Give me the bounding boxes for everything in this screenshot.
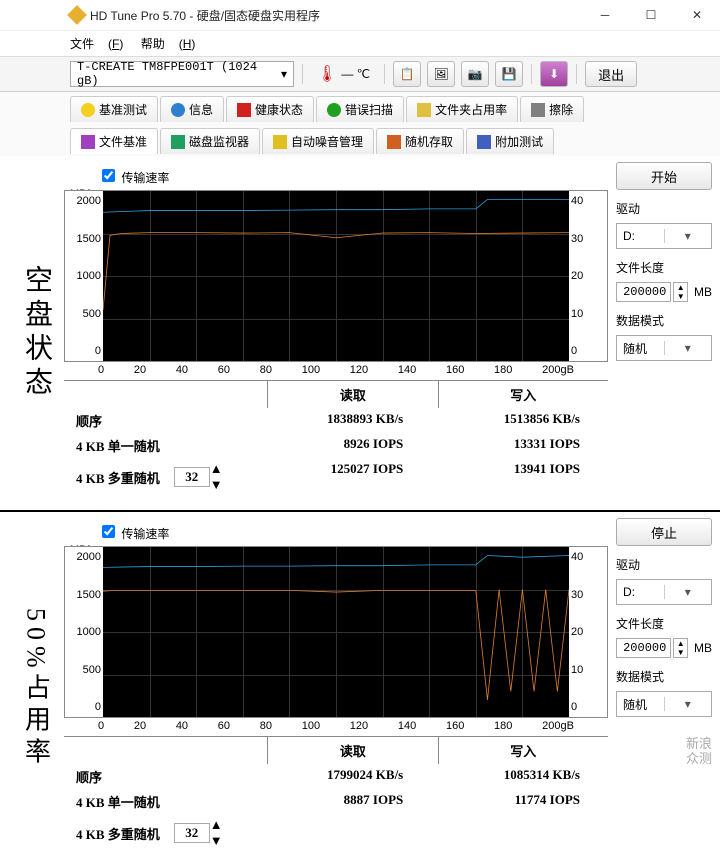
result-4k-multi: 4 KB 多重随机 32▲▼ 125027 IOPS13941 IOPS <box>64 458 608 496</box>
y-right-axis: 403020100 <box>569 191 607 361</box>
filelen-spin[interactable]: 200000▲▼MB <box>616 282 712 302</box>
result-seq: 顺序1838893 KB/s1513856 KB/s <box>64 408 608 433</box>
minimize-button[interactable]: ─ <box>582 0 628 30</box>
result-header: 读取写入 <box>64 380 608 408</box>
copy-text-button[interactable]: 📋 <box>393 61 421 87</box>
watermark: 新浪众测 <box>686 736 712 767</box>
tabs-row2: 文件基准 磁盘监视器 自动噪音管理 随机存取 附加测试 <box>0 124 720 156</box>
search-icon <box>327 103 341 117</box>
transfer-checkbox-2[interactable]: 传输速率 <box>98 522 608 542</box>
app-icon <box>67 5 87 25</box>
maximize-button[interactable]: ☐ <box>628 0 674 30</box>
tab-aam[interactable]: 自动噪音管理 <box>262 128 374 154</box>
result-4k-single: 4 KB 单一随机8926 IOPS13331 IOPS <box>64 433 608 458</box>
drive-select[interactable]: T-CREATE TM8FPE001T (1024 gB)▾ <box>70 61 294 87</box>
chevron-down-icon: ▾ <box>664 229 712 243</box>
transfer-checkbox[interactable]: 传输速率 <box>98 166 608 186</box>
filebm-icon <box>81 135 95 149</box>
copy-image-button[interactable]: 🖼 <box>427 61 455 87</box>
chevron-down-icon: ▾ <box>281 67 287 82</box>
bulb-icon <box>81 103 95 117</box>
health-icon <box>237 103 251 117</box>
window-title: HD Tune Pro 5.70 - 硬盘/固态硬盘实用程序 <box>90 7 582 24</box>
tab-filebm[interactable]: 文件基准 <box>70 128 158 154</box>
start-button[interactable]: 开始 <box>616 162 712 190</box>
monitor-icon <box>171 135 185 149</box>
erase-icon <box>531 103 545 117</box>
info-icon <box>171 103 185 117</box>
toolbar: T-CREATE TM8FPE001T (1024 gB)▾ 🌡 — ℃ 📋 🖼… <box>0 57 720 92</box>
tab-extra[interactable]: 附加测试 <box>466 128 554 154</box>
tab-diskmon[interactable]: 磁盘监视器 <box>160 128 260 154</box>
queue-depth-spin-2[interactable]: 32▲▼ <box>174 817 223 849</box>
close-button[interactable]: ✕ <box>674 0 720 30</box>
queue-depth-spin[interactable]: 32▲▼ <box>174 461 223 493</box>
menubar: 文件(F) 帮助(H) <box>0 31 720 57</box>
tab-erase[interactable]: 擦除 <box>520 96 584 122</box>
y-left-axis: 2000150010005000 <box>65 191 103 361</box>
chart-bot: 2000150010005000 403020100 <box>64 546 608 718</box>
folder-icon <box>417 103 431 117</box>
mode-select[interactable]: 随机▾ <box>616 335 712 361</box>
chevron-down-icon: ▾ <box>664 341 712 355</box>
drive-label: 驱动 <box>616 200 712 217</box>
drive-letter-select[interactable]: D:▾ <box>616 223 712 249</box>
chart-top: 2000150010005000 403020100 <box>64 190 608 362</box>
menu-help[interactable]: 帮助(H) <box>141 37 196 51</box>
tabs-row1: 基准测试 信息 健康状态 错误扫描 文件夹占用率 擦除 <box>0 92 720 124</box>
x-axis: 020406080100120140160180200gB <box>64 362 608 378</box>
save-button[interactable]: 💾 <box>495 61 523 87</box>
screenshot-button[interactable]: 📷 <box>461 61 489 87</box>
tab-folderusage[interactable]: 文件夹占用率 <box>406 96 518 122</box>
tab-randomaccess[interactable]: 随机存取 <box>376 128 464 154</box>
thermometer-icon: 🌡 <box>317 64 337 84</box>
tab-errorscan[interactable]: 错误扫描 <box>316 96 404 122</box>
tab-info[interactable]: 信息 <box>160 96 224 122</box>
filelen-spin-2[interactable]: 200000▲▼MB <box>616 638 712 658</box>
options-button[interactable]: ⬇ <box>540 61 568 87</box>
side-label-bot: 50%占用率 <box>8 518 64 860</box>
titlebar: HD Tune Pro 5.70 - 硬盘/固态硬盘实用程序 ─ ☐ ✕ <box>0 0 720 31</box>
stop-button[interactable]: 停止 <box>616 518 712 546</box>
filelen-label: 文件长度 <box>616 259 712 276</box>
mode-label: 数据模式 <box>616 312 712 329</box>
side-label-top: 空盘状态 <box>8 162 64 504</box>
tab-benchmark[interactable]: 基准测试 <box>70 96 158 122</box>
mode-select-2[interactable]: 随机▾ <box>616 691 712 717</box>
exit-button[interactable]: 退出 <box>585 61 637 87</box>
random-icon <box>387 135 401 149</box>
temperature-display: 🌡 — ℃ <box>311 64 376 84</box>
tab-health[interactable]: 健康状态 <box>226 96 314 122</box>
menu-file[interactable]: 文件(F) <box>70 37 123 51</box>
extra-icon <box>477 135 491 149</box>
drive-letter-select-2[interactable]: D:▾ <box>616 579 712 605</box>
speaker-icon <box>273 135 287 149</box>
